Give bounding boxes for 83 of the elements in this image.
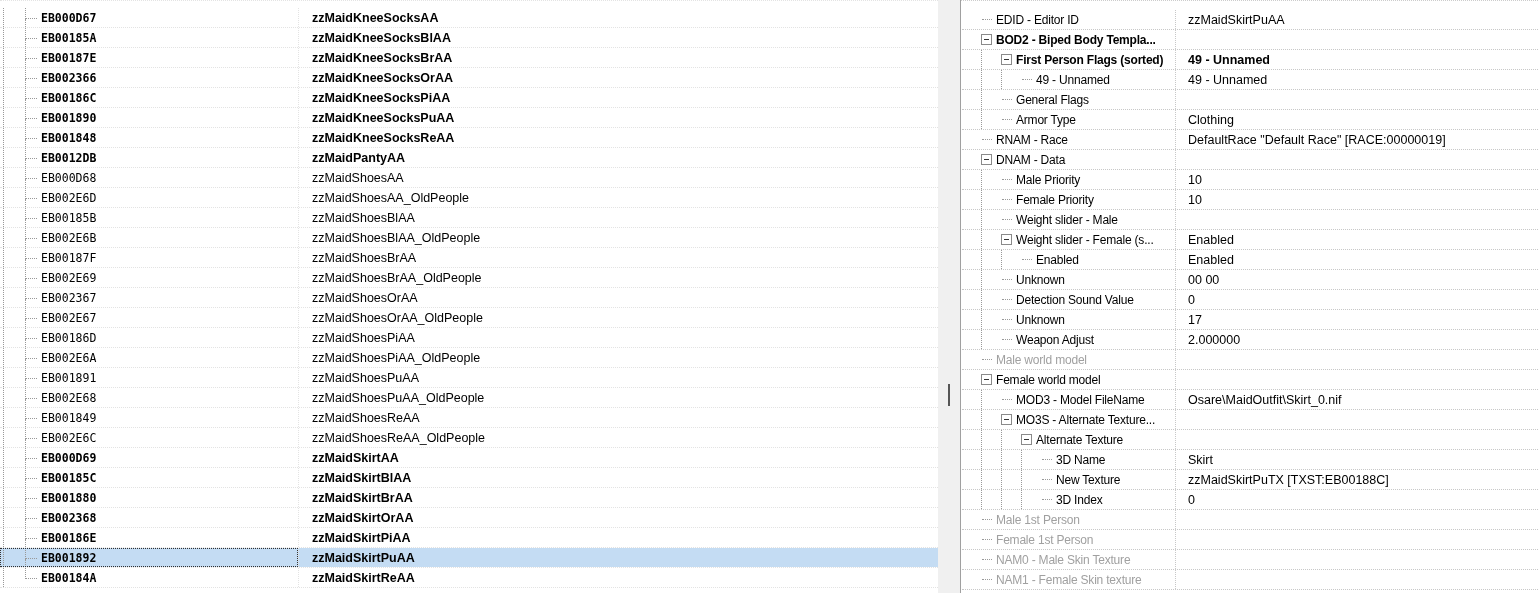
form-id-cell[interactable]: EB002366 bbox=[0, 68, 298, 87]
collapse-icon[interactable] bbox=[1020, 434, 1032, 445]
form-id-cell[interactable]: EB000D67 bbox=[0, 8, 298, 27]
field-value: 17 bbox=[1188, 312, 1202, 327]
form-id-cell[interactable]: EB001880 bbox=[0, 488, 298, 507]
field-label: New Texture bbox=[1056, 472, 1121, 487]
field-label: NAM1 - Female Skin texture bbox=[996, 572, 1142, 587]
field-value: 10 bbox=[1188, 192, 1202, 207]
form-id-cell[interactable]: EB00185A bbox=[0, 28, 298, 47]
field-label: RNAM - Race bbox=[996, 132, 1068, 147]
field-value: 0 bbox=[1188, 292, 1195, 307]
field-label: 49 - Unnamed bbox=[1036, 72, 1110, 87]
field-value: zzMaidSkirtPuAA bbox=[1188, 12, 1285, 27]
field-label: Weapon Adjust bbox=[1016, 332, 1094, 347]
field-label: 3D Name bbox=[1056, 452, 1106, 467]
field-label: Male Priority bbox=[1016, 172, 1081, 187]
form-id-cell[interactable]: EB00185C bbox=[0, 468, 298, 487]
form-id-cell[interactable]: EB001892 bbox=[0, 548, 298, 567]
form-id-cell[interactable]: EB00185B bbox=[0, 208, 298, 227]
form-id-cell[interactable]: EB00186E bbox=[0, 528, 298, 547]
form-id-cell[interactable]: EB002E68 bbox=[0, 388, 298, 407]
form-id-cell[interactable]: EB002E6D bbox=[0, 188, 298, 207]
form-id-cell[interactable]: EB00187E bbox=[0, 48, 298, 67]
field-label: Weight slider - Female (s... bbox=[1016, 232, 1154, 247]
field-label: DNAM - Data bbox=[996, 152, 1066, 167]
field-label: Female world model bbox=[996, 372, 1101, 387]
field-label: MOD3 - Model FileName bbox=[1016, 392, 1145, 407]
field-value: DefaultRace "Default Race" [RACE:00000019] bbox=[1188, 132, 1446, 147]
collapse-icon[interactable] bbox=[1000, 414, 1012, 425]
field-value: 49 - Unnamed bbox=[1188, 52, 1270, 67]
field-label: MO3S - Alternate Texture... bbox=[1016, 412, 1156, 427]
form-id-cell[interactable]: EB001849 bbox=[0, 408, 298, 427]
collapse-icon[interactable] bbox=[980, 34, 992, 45]
form-id-cell[interactable]: EB001848 bbox=[0, 128, 298, 147]
form-id-cell[interactable]: EB002367 bbox=[0, 288, 298, 307]
form-id-cell[interactable]: EB000D68 bbox=[0, 168, 298, 187]
form-id-cell[interactable]: EB002368 bbox=[0, 508, 298, 527]
form-id-cell[interactable]: EB002E69 bbox=[0, 268, 298, 287]
editor-id-cell[interactable]: zzMaidSkirtPuAA bbox=[298, 548, 938, 567]
form-id-cell[interactable]: EB0012DB bbox=[0, 148, 298, 167]
field-label: Unknown bbox=[1016, 272, 1065, 287]
form-id-cell[interactable]: EB002E67 bbox=[0, 308, 298, 327]
field-label: First Person Flags (sorted) bbox=[1016, 52, 1164, 67]
field-value: 00 00 bbox=[1188, 272, 1220, 287]
form-id-cell[interactable]: EB00187F bbox=[0, 248, 298, 267]
field-value: Skirt bbox=[1188, 452, 1213, 467]
field-label: Armor Type bbox=[1016, 112, 1076, 127]
field-label: 3D Index bbox=[1056, 492, 1103, 507]
field-label: Male 1st Person bbox=[996, 512, 1080, 527]
collapse-icon[interactable] bbox=[980, 374, 992, 385]
form-id-cell[interactable]: EB001890 bbox=[0, 108, 298, 127]
field-label: EDID - Editor ID bbox=[996, 12, 1079, 27]
field-label: Female Priority bbox=[1016, 192, 1094, 207]
form-id-cell[interactable]: EB002E6A bbox=[0, 348, 298, 367]
field-label: Unknown bbox=[1016, 312, 1065, 327]
form-id-cell[interactable]: EB000D69 bbox=[0, 448, 298, 467]
form-id-cell[interactable]: EB002E6B bbox=[0, 228, 298, 247]
field-value: Osare\MaidOutfit\Skirt_0.nif bbox=[1188, 392, 1342, 407]
field-label: BOD2 - Biped Body Templa... bbox=[996, 32, 1156, 47]
field-value: 49 - Unnamed bbox=[1188, 72, 1268, 87]
form-id-cell[interactable]: EB00186C bbox=[0, 88, 298, 107]
field-label: Detection Sound Value bbox=[1016, 292, 1134, 307]
field-value: zzMaidSkirtPuTX [TXST:EB00188C] bbox=[1188, 472, 1389, 487]
field-value: Enabled bbox=[1188, 252, 1234, 267]
field-label: Alternate Texture bbox=[1036, 432, 1124, 447]
form-id-cell[interactable]: EB00186D bbox=[0, 328, 298, 347]
form-id-cell[interactable]: EB001891 bbox=[0, 368, 298, 387]
field-label: Enabled bbox=[1036, 252, 1079, 267]
collapse-icon[interactable] bbox=[1000, 234, 1012, 245]
form-id-cell[interactable]: EB00184A bbox=[0, 568, 298, 587]
field-value: Enabled bbox=[1188, 232, 1234, 247]
collapse-icon[interactable] bbox=[1000, 54, 1012, 65]
field-label: Female 1st Person bbox=[996, 532, 1094, 547]
field-value: 2.000000 bbox=[1188, 332, 1241, 347]
collapse-icon[interactable] bbox=[980, 154, 992, 165]
field-label: Male world model bbox=[996, 352, 1087, 367]
field-label: NAM0 - Male Skin Texture bbox=[996, 552, 1131, 567]
field-value: 0 bbox=[1188, 492, 1195, 507]
field-label: Weight slider - Male bbox=[1016, 212, 1118, 227]
field-value: Clothing bbox=[1188, 112, 1234, 127]
field-label: General Flags bbox=[1016, 92, 1089, 107]
form-id-cell[interactable]: EB002E6C bbox=[0, 428, 298, 447]
field-value: 10 bbox=[1188, 172, 1202, 187]
